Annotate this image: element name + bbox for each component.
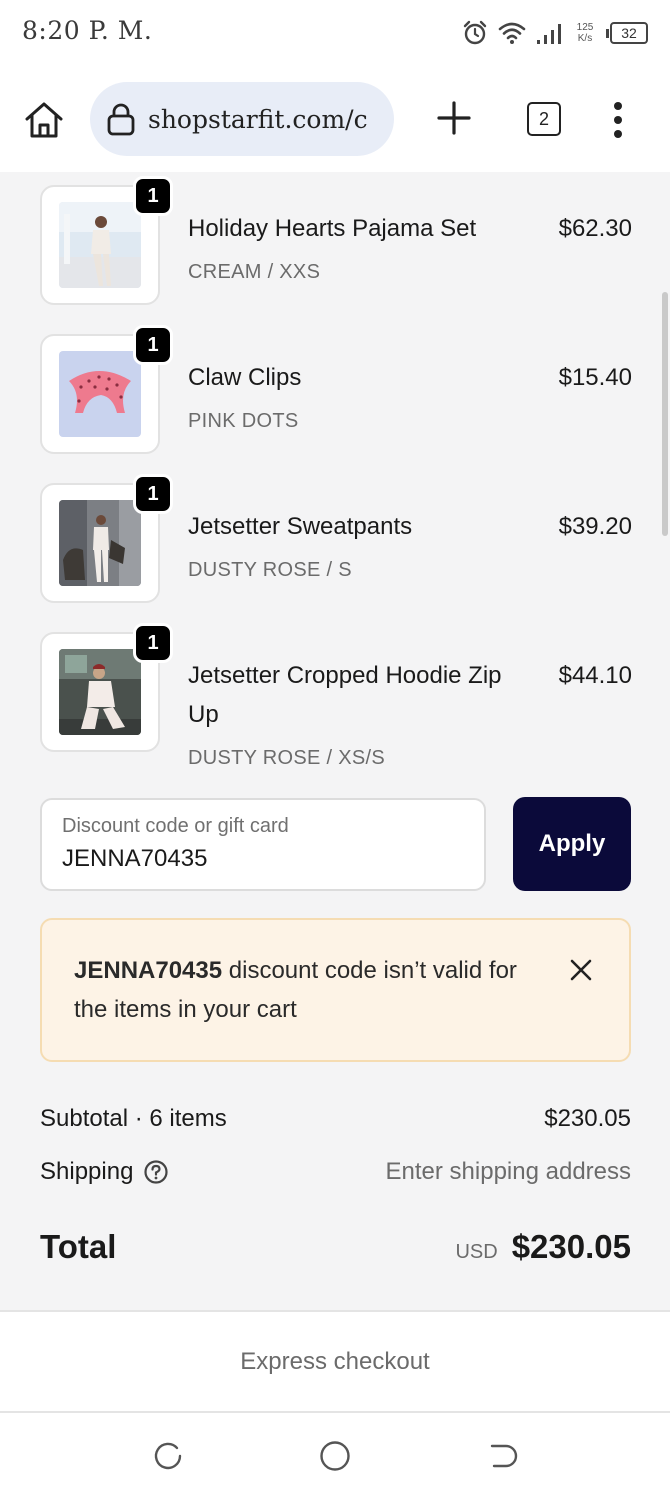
- more-menu-icon[interactable]: [606, 100, 630, 140]
- recents-icon[interactable]: [151, 1439, 185, 1473]
- discount-field-value[interactable]: JENNA70435: [62, 845, 207, 873]
- tab-switcher-button[interactable]: 2: [527, 102, 561, 136]
- product-image: [59, 649, 141, 735]
- scrollbar[interactable]: [662, 292, 668, 536]
- help-icon[interactable]: [143, 1159, 169, 1185]
- browser-toolbar: shopstarfit.com/c 2: [0, 68, 670, 172]
- alarm-icon: [463, 20, 487, 45]
- total-row: Total USD $230.05: [40, 1228, 631, 1272]
- product-image: [59, 351, 141, 437]
- network-speed-value: 125: [576, 22, 594, 33]
- subtotal-row: Subtotal · 6 items $230.05: [40, 1105, 631, 1137]
- quantity-badge: 1: [133, 325, 173, 365]
- item-price: $44.10: [558, 662, 632, 689]
- product-image: [59, 202, 141, 288]
- product-image: [59, 500, 141, 586]
- item-price: $15.40: [558, 364, 632, 391]
- battery-level: 32: [610, 22, 648, 44]
- discount-error-alert: JENNA70435 discount code isn’t valid for…: [40, 918, 631, 1062]
- lock-icon: [107, 103, 135, 136]
- status-icons: 125 K/s 32: [462, 16, 648, 50]
- product-thumbnail: 1: [40, 474, 173, 603]
- express-checkout[interactable]: Express checkout: [0, 1310, 670, 1413]
- url-text: shopstarfit.com/c: [148, 104, 368, 134]
- item-name: Jetsetter Sweatpants: [188, 513, 413, 540]
- item-variant: CREAM / XXS: [188, 261, 321, 283]
- battery-icon: 32: [606, 22, 648, 44]
- subtotal-label: Subtotal · 6 items: [40, 1105, 227, 1132]
- alert-message: JENNA70435 discount code isn’t valid for…: [74, 951, 544, 1029]
- shipping-value: Enter shipping address: [385, 1158, 631, 1185]
- product-thumbnail: 1: [40, 176, 173, 305]
- item-name: Holiday Hearts Pajama Set: [188, 215, 477, 242]
- close-icon[interactable]: [569, 958, 593, 982]
- product-thumbnail: 1: [40, 325, 173, 454]
- alert-code: JENNA70435: [74, 957, 223, 984]
- cart-item: 1 Claw Clips PINK DOTS $15.40: [40, 325, 632, 454]
- item-variant: DUSTY ROSE / XS/S: [188, 747, 386, 769]
- item-variant: PINK DOTS: [188, 410, 299, 432]
- product-thumbnail: 1: [40, 623, 173, 752]
- home-button[interactable]: [22, 98, 66, 142]
- home-nav-icon[interactable]: [318, 1439, 352, 1473]
- new-tab-button[interactable]: [434, 98, 474, 138]
- subtotal-value: $230.05: [544, 1105, 631, 1132]
- item-name: Claw Clips: [188, 364, 302, 391]
- quantity-badge: 1: [133, 623, 173, 663]
- shipping-label: Shipping: [40, 1158, 134, 1185]
- item-price: $62.30: [558, 215, 632, 242]
- status-time: 8:20 P. M.: [22, 16, 153, 45]
- item-variant: DUSTY ROSE / S: [188, 559, 352, 581]
- shipping-label-group: Shipping: [40, 1158, 169, 1186]
- total-label: Total: [40, 1228, 117, 1265]
- checkout-summary: 1 Holiday Hearts Pajama Set CREAM / XXS …: [0, 172, 670, 1310]
- quantity-badge: 1: [133, 176, 173, 216]
- network-speed-unit: K/s: [577, 33, 593, 44]
- cart-item: 1 Jetsetter Cropped Hoodie Zip Up DUSTY …: [40, 623, 632, 769]
- shipping-row: Shipping Enter shipping address: [40, 1158, 631, 1190]
- item-price: $39.20: [558, 513, 632, 540]
- home-icon: [25, 102, 63, 138]
- discount-field-label: Discount code or gift card: [62, 815, 289, 837]
- wifi-icon: [498, 22, 526, 44]
- apply-discount-button[interactable]: Apply: [513, 797, 631, 891]
- signal-icon: [537, 24, 561, 44]
- total-value-group: USD $230.05: [455, 1228, 631, 1266]
- total-value: $230.05: [511, 1228, 631, 1265]
- address-bar[interactable]: shopstarfit.com/c: [90, 82, 394, 156]
- status-bar: 8:20 P. M. 125 K/s 32: [0, 0, 670, 68]
- quantity-badge: 1: [133, 474, 173, 514]
- network-speed: 125 K/s: [574, 22, 596, 44]
- cart-item: 1 Holiday Hearts Pajama Set CREAM / XXS …: [40, 176, 632, 305]
- item-name: Jetsetter Cropped Hoodie Zip Up: [188, 662, 502, 728]
- cart-item: 1 Jetsetter Sweatpants DUSTY ROSE / S $3…: [40, 474, 632, 603]
- back-icon[interactable]: [486, 1439, 520, 1473]
- discount-code-field[interactable]: Discount code or gift card JENNA70435: [40, 798, 486, 891]
- currency-code: USD: [455, 1241, 498, 1263]
- system-navigation-bar: [0, 1413, 670, 1500]
